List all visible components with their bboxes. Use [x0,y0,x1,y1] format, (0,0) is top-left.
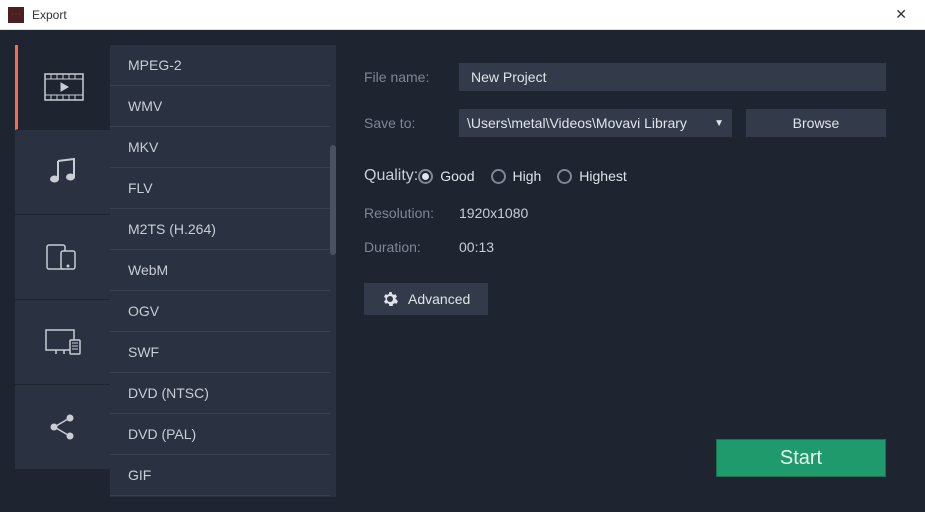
format-item[interactable]: M2TS (H.264) [110,209,330,250]
format-label: M2TS (H.264) [128,221,216,237]
browse-button[interactable]: Browse [746,109,886,137]
category-tv[interactable] [15,300,110,385]
video-icon [44,73,84,101]
browse-label: Browse [793,115,840,131]
format-item[interactable]: DVD (NTSC) [110,373,330,414]
music-icon [48,157,78,187]
format-item[interactable]: WebM [110,250,330,291]
duration-value: 00:13 [459,239,494,255]
start-label: Start [780,447,822,470]
format-item[interactable]: GIF [110,455,330,496]
resolution-value: 1920x1080 [459,205,528,221]
category-audio[interactable] [15,130,110,215]
app-icon: ⋯ [8,7,24,23]
format-item[interactable]: FLV [110,168,330,209]
gear-icon [382,291,398,307]
radio-icon [491,169,506,184]
radio-icon [418,169,433,184]
format-label: DVD (PAL) [128,426,196,442]
save-to-select[interactable]: \Users\metal\Videos\Movavi Library ▼ [459,109,732,137]
format-label: SWF [128,344,159,360]
file-name-input[interactable] [459,63,886,91]
format-item[interactable]: MKV [110,127,330,168]
radio-label: High [513,168,542,184]
duration-label: Duration: [364,239,459,255]
format-item[interactable]: SWF [110,332,330,373]
export-form: File name: Save to: \Users\metal\Videos\… [336,45,910,497]
share-icon [48,412,78,442]
titlebar: ⋯ Export ✕ [0,0,925,30]
devices-icon [45,243,81,271]
category-devices[interactable] [15,215,110,300]
radio-label: Good [440,168,474,184]
quality-good[interactable]: Good [418,168,474,184]
save-to-label: Save to: [364,115,459,131]
format-label: GIF [128,467,151,483]
format-label: DVD (NTSC) [128,385,209,401]
format-item[interactable]: WMV [110,86,330,127]
advanced-button[interactable]: Advanced [364,283,488,315]
format-label: MKV [128,139,158,155]
format-item[interactable]: OGV [110,291,330,332]
resolution-label: Resolution: [364,205,459,221]
format-item[interactable]: DVD (PAL) [110,414,330,455]
window-title: Export [32,8,67,22]
quality-radio-group: Good High Highest [418,168,627,184]
chevron-down-icon: ▼ [714,118,724,129]
format-label: FLV [128,180,153,196]
quality-high[interactable]: High [491,168,542,184]
save-to-value: \Users\metal\Videos\Movavi Library [467,115,687,131]
format-label: OGV [128,303,159,319]
format-label: MPEG-2 [128,57,182,73]
category-share[interactable] [15,385,110,470]
category-video[interactable] [15,45,110,130]
radio-label: Highest [579,168,626,184]
format-list: MPEG-2 WMV MKV FLV M2TS (H.264) WebM OGV… [110,45,330,497]
close-icon[interactable]: ✕ [885,6,917,23]
advanced-label: Advanced [408,291,470,307]
quality-highest[interactable]: Highest [557,168,626,184]
tv-icon [44,328,82,356]
file-name-label: File name: [364,69,459,85]
category-column [15,45,110,497]
format-label: WMV [128,98,162,114]
export-dialog: MPEG-2 WMV MKV FLV M2TS (H.264) WebM OGV… [0,30,925,512]
radio-icon [557,169,572,184]
format-label: WebM [128,262,168,278]
format-item[interactable]: MPEG-2 [110,45,330,86]
start-button[interactable]: Start [716,439,886,477]
quality-label: Quality: [364,167,418,185]
